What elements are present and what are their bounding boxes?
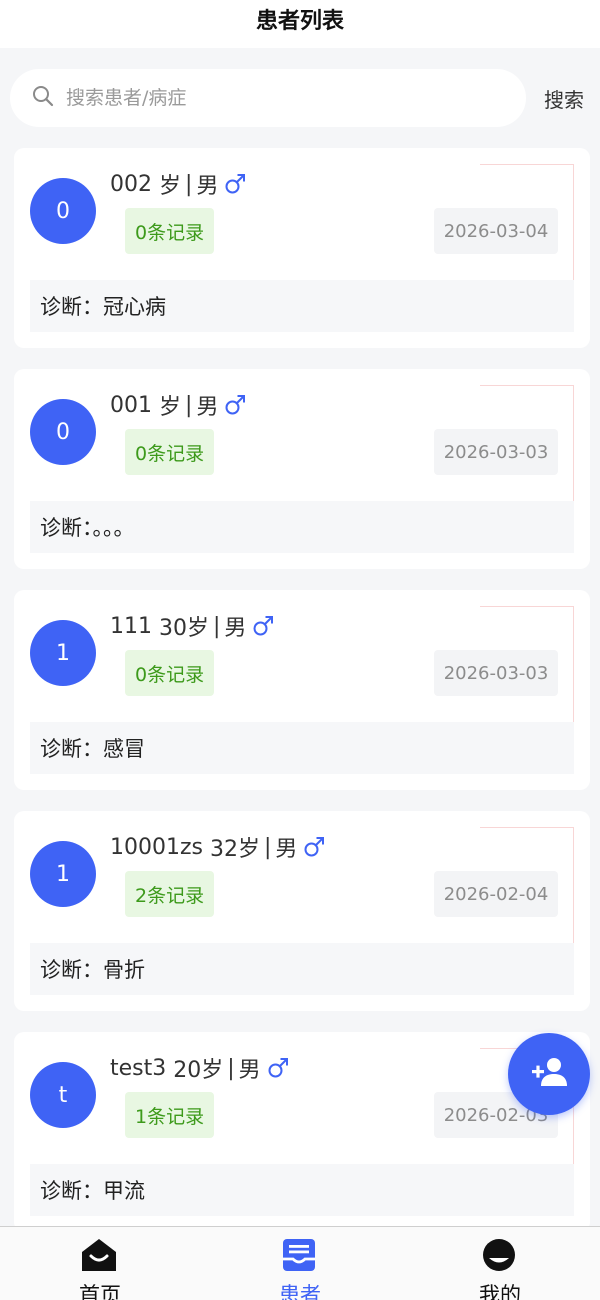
patient-name: 10001zs (110, 834, 203, 860)
avatar: 1 (30, 841, 96, 907)
visit-date: 2026-02-04 (434, 871, 558, 917)
patient-name-line: 10001zs 32岁 | 男 (110, 831, 325, 863)
patient-age: 岁 (159, 395, 182, 420)
patient-card[interactable]: 1 111 30岁 | 男 0条记录 2026-03-03 诊断：感冒 (14, 590, 590, 790)
patient-name: test3 (110, 1055, 167, 1081)
page-title: 患者列表 (255, 9, 344, 34)
patient-card[interactable]: 0 001 岁 | 男 0条记录 2026-03-03 诊断：。。。 (14, 369, 590, 569)
search-input[interactable] (66, 87, 486, 109)
patient-sex: 男 (238, 1058, 261, 1083)
record-count-badge: 2条记录 (125, 871, 215, 917)
patient-sex: 男 (275, 837, 298, 862)
male-icon (224, 173, 246, 195)
patient-age: 20岁 (173, 1058, 224, 1083)
male-icon (224, 394, 246, 416)
patient-list: 0 002 岁 | 男 0条记录 2026-03-04 诊断：冠心病 0 001 岁… (14, 148, 590, 1253)
bottom-tab-bar: 首页 患者 我的 (0, 1226, 600, 1300)
patient-card[interactable]: 0 002 岁 | 男 0条记录 2026-03-04 诊断：冠心病 (14, 148, 590, 348)
search-box[interactable] (10, 69, 526, 127)
record-count-badge: 1条记录 (125, 1092, 215, 1138)
diagnosis: 诊断：感冒 (30, 722, 574, 774)
patient-sex: 男 (196, 395, 219, 420)
inbox-icon (280, 1237, 318, 1277)
patient-name: 001 (110, 392, 152, 418)
patient-card[interactable]: 1 10001zs 32岁 | 男 2条记录 2026-02-04 诊断：骨折 (14, 811, 590, 1011)
diagnosis: 诊断：。。。 (30, 501, 574, 553)
tab-profile[interactable]: 我的 (400, 1227, 600, 1300)
patient-name-line: 111 30岁 | 男 (110, 610, 274, 642)
search-button[interactable]: 搜索 (544, 84, 584, 113)
patient-sex: 男 (224, 616, 247, 641)
record-count-badge: 0条记录 (125, 429, 215, 475)
tab-label: 患者 (279, 1283, 321, 1300)
record-count-badge: 0条记录 (125, 650, 215, 696)
patient-age: 30岁 (159, 616, 209, 641)
patient-name-line: test3 20岁 | 男 (110, 1052, 289, 1084)
profile-icon (480, 1237, 518, 1277)
tab-patients[interactable]: 患者 (200, 1227, 400, 1300)
home-icon (80, 1237, 118, 1277)
avatar: 0 (30, 178, 96, 244)
record-count-badge: 0条记录 (125, 208, 215, 254)
visit-date: 2026-03-04 (434, 208, 558, 254)
diagnosis: 诊断：冠心病 (30, 280, 574, 332)
search-bar: 搜索 (10, 69, 590, 127)
search-icon (32, 85, 54, 111)
patient-name-line: 002 岁 | 男 (110, 168, 246, 200)
top-header: 患者列表 (0, 0, 600, 48)
patient-sex: 男 (196, 174, 219, 199)
male-icon (252, 615, 274, 637)
patient-age: 岁 (159, 174, 182, 199)
visit-date: 2026-03-03 (434, 650, 558, 696)
tab-home[interactable]: 首页 (0, 1227, 200, 1300)
avatar: 0 (30, 399, 96, 465)
patient-name: 002 (110, 171, 152, 197)
patient-name-line: 001 岁 | 男 (110, 389, 246, 421)
tab-label: 首页 (79, 1283, 121, 1300)
add-patient-button[interactable] (508, 1033, 590, 1115)
patient-card[interactable]: t test3 20岁 | 男 1条记录 2026-02-03 诊断：甲流 (14, 1032, 590, 1232)
avatar: 1 (30, 620, 96, 686)
visit-date: 2026-03-03 (434, 429, 558, 475)
diagnosis: 诊断：甲流 (30, 1164, 574, 1216)
diagnosis: 诊断：骨折 (30, 943, 574, 995)
add-person-icon (529, 1056, 569, 1092)
male-icon (303, 836, 325, 858)
avatar: t (30, 1062, 96, 1128)
patient-name: 111 (110, 613, 152, 639)
male-icon (267, 1057, 289, 1079)
tab-label: 我的 (479, 1283, 521, 1300)
patient-age: 32岁 (210, 837, 260, 862)
